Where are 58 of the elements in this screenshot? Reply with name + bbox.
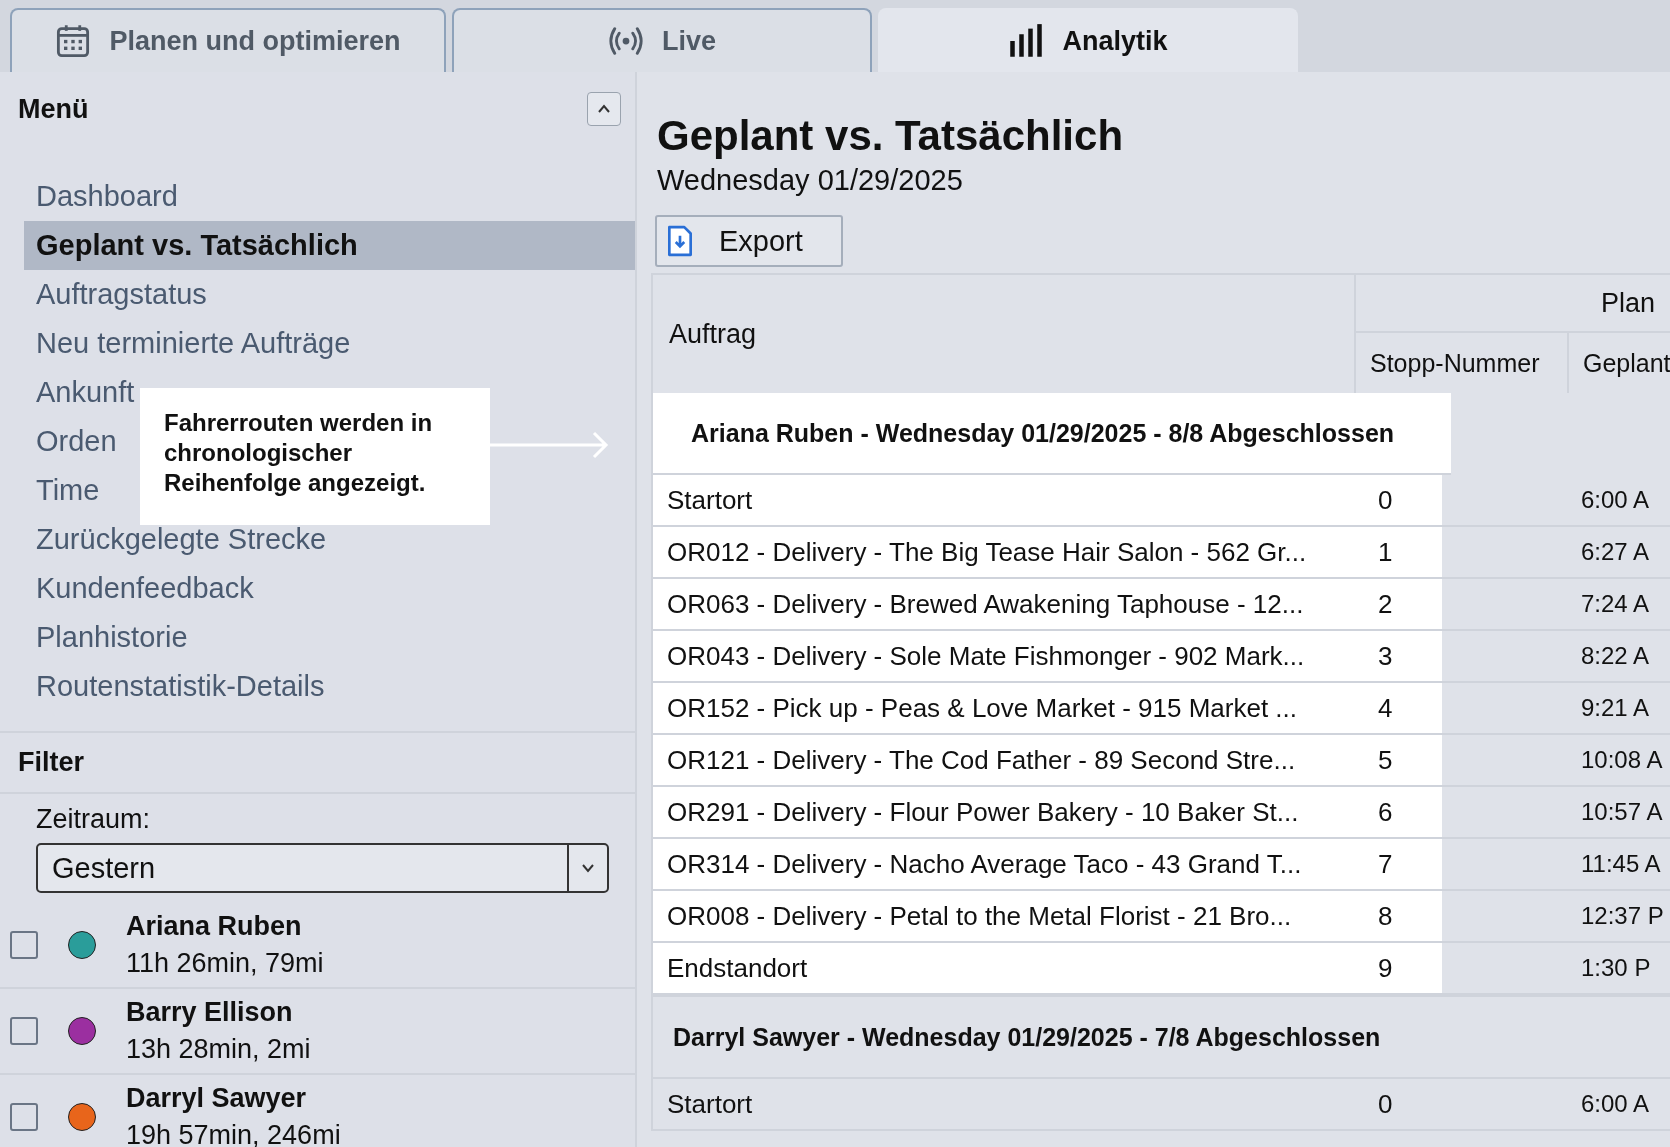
page-title: Geplant vs. Tatsächlich	[657, 112, 1125, 160]
table-cell: Startort	[653, 475, 1358, 525]
table-cell-text: 11:45 A	[1580, 849, 1662, 879]
menu-item[interactable]: Kundenfeedback	[24, 564, 635, 613]
download-file-icon	[667, 225, 693, 257]
driver-name: Darryl Sawyer	[126, 1083, 308, 1114]
column-group-header: Plan	[1356, 275, 1670, 333]
group-title: Darryl Sawyer - Wednesday 01/29/2025 - 7/8 Abgeschlossen	[653, 995, 1670, 1079]
menu-item[interactable]: Dashboard	[24, 172, 635, 221]
export-button[interactable]: Export	[655, 215, 843, 267]
driver-summary: 19h 57min, 246mi	[126, 1120, 341, 1147]
table-cell-text: 6:00 A	[1580, 1089, 1651, 1119]
table-cell-text: 9:21 A	[1580, 693, 1651, 723]
callout-tooltip: Fahrerrouten werden in chronologischer Reihenfolge angezeigt.	[140, 388, 490, 525]
checkbox[interactable]	[10, 1017, 38, 1045]
table-cell: OR043 - Delivery - Sole Mate Fishmonger - 902 Mark...	[653, 631, 1358, 681]
menu-item[interactable]: Geplant vs. Tatsächlich	[24, 221, 635, 270]
table-cell: Endstandort	[653, 943, 1358, 993]
period-dropdown[interactable]: Gestern	[36, 843, 609, 893]
bar-chart-icon	[1008, 23, 1045, 59]
table-cell-text: 7:24 A	[1580, 589, 1651, 619]
group-title: Ariana Ruben - Wednesday 01/29/2025 - 8/8 Abgeschlossen	[653, 393, 1451, 475]
driver-name: Barry Ellison	[126, 997, 294, 1028]
checkbox[interactable]	[10, 1103, 38, 1131]
table-cell-text: 8:22 A	[1580, 641, 1651, 671]
table-cell: OR152 - Pick up - Peas & Love Market - 915 Market ...	[653, 683, 1358, 733]
driver-summary: 11h 26min, 79mi	[126, 948, 324, 979]
menu-title: Menü	[18, 93, 89, 125]
table-cell-text: 10:57 A	[1580, 797, 1664, 827]
column-header: Geplant	[1569, 333, 1670, 393]
table-cell: OR012 - Delivery - The Big Tease Hair Salon - 562 Gr...	[653, 527, 1358, 577]
page-subtitle: Wednesday 01/29/2025	[657, 164, 964, 197]
field-label: Zeitraum:	[36, 804, 152, 835]
menu-item[interactable]: Routenstatistik-Details	[24, 662, 635, 711]
filter-title: Filter	[0, 733, 635, 794]
table-cell-text: 0	[1377, 1087, 1394, 1121]
table-cell: OR121 - Delivery - The Cod Father - 89 Second Stre...	[653, 735, 1358, 785]
menu-item[interactable]: Planhistorie	[24, 613, 635, 662]
table-cell: OR291 - Delivery - Flour Power Bakery - 10 Baker St...	[653, 787, 1358, 837]
menu-item[interactable]: Neu terminierte Aufträge	[24, 319, 635, 368]
calendar-icon	[55, 23, 92, 59]
menu-item[interactable]: Auftragstatus	[24, 270, 635, 319]
table-cell: OR063 - Delivery - Brewed Awakening Taphouse - 12...	[653, 579, 1358, 629]
table-cell-text: 10:08 A	[1580, 745, 1664, 775]
tab[interactable]: Live	[452, 8, 872, 72]
table-cell-text: 6:00 A	[1580, 485, 1651, 515]
table-cell: OR008 - Delivery - Petal to the Metal Florist - 21 Bro...	[653, 891, 1358, 941]
table-cell-text: Startort	[666, 1087, 754, 1121]
driver-name: Ariana Ruben	[126, 911, 303, 942]
table-cell-text: 12:37 P	[1580, 901, 1665, 931]
tab[interactable]: Analytik	[878, 8, 1298, 72]
checkbox[interactable]	[10, 931, 38, 959]
table-cell-text: 1:30 P	[1580, 953, 1652, 983]
driver-summary: 13h 28min, 2mi	[126, 1034, 311, 1065]
collapse-button[interactable]	[587, 92, 621, 126]
table-cell-text: 6:27 A	[1580, 537, 1651, 567]
tab[interactable]: Planen und optimieren	[10, 8, 446, 72]
table-cell: OR314 - Delivery - Nacho Average Taco - 43 Grand T...	[653, 839, 1358, 889]
